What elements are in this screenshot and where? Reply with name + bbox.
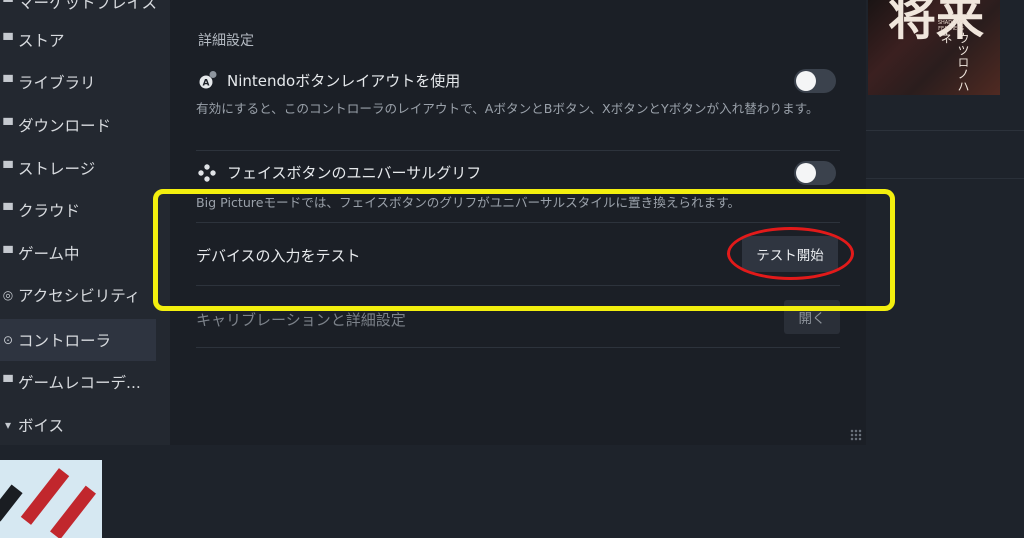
cover-subtitle: ウツロノハネ (939, 32, 970, 92)
marketplace-icon: ▀ (3, 0, 13, 9)
sidebar-item-voice[interactable]: ▾ ボイス (0, 404, 156, 446)
sidebar-item-label: ライブラリ (18, 74, 96, 92)
sidebar-item-label: ダウンロード (18, 117, 112, 135)
sidebar-item-in-game[interactable]: ▀ ゲーム中 (0, 232, 156, 274)
download-icon: ▀ (3, 118, 13, 132)
settings-sidebar: ▀ マーケットプレイス ▀ ストア ▀ ライブラリ ▀ ダウンロード ▀ ストレ… (0, 0, 170, 445)
sidebar-item-download[interactable]: ▀ ダウンロード (0, 104, 156, 146)
row-divider (196, 150, 840, 151)
nintendo-button-layout-icon: A (199, 71, 217, 89)
calibration-label: キャリブレーションと詳細設定 (196, 311, 406, 329)
nintendo-layout-toggle[interactable] (794, 69, 836, 93)
background-divider (866, 178, 1024, 179)
cover-small-text: SHADOWS FEATHERS (937, 20, 965, 32)
nintendo-layout-description: 有効にすると、このコントローラのレイアウトで、AボタンとBボタン、XボタンとYボ… (196, 101, 819, 116)
sidebar-item-accessibility[interactable]: ◎ アクセシビリティ (0, 274, 156, 316)
storage-icon: ▀ (3, 161, 13, 175)
sidebar-item-library[interactable]: ▀ ライブラリ (0, 61, 156, 103)
circle-annotation (727, 227, 854, 280)
in-game-icon: ▀ (3, 246, 13, 260)
sidebar-item-label: ストア (18, 32, 65, 50)
nintendo-layout-label: Nintendoボタンレイアウトを使用 (227, 72, 461, 90)
accessibility-icon: ◎ (2, 288, 14, 302)
sidebar-item-label: コントローラ (18, 332, 112, 350)
sidebar-item-label: ボイス (18, 417, 65, 435)
voice-icon: ▾ (4, 418, 12, 432)
sidebar-item-controller[interactable]: ⊙ コントローラ (0, 319, 156, 361)
toggle-knob (796, 71, 816, 91)
universal-glyphs-label: フェイスボタンのユニバーサルグリフ (227, 164, 482, 182)
game-cover-art[interactable] (0, 460, 102, 538)
resize-grip-icon[interactable] (850, 429, 862, 441)
row-divider (196, 347, 840, 348)
section-title: 詳細設定 (198, 33, 254, 49)
library-icon: ▀ (3, 75, 13, 89)
sidebar-item-label: クラウド (18, 202, 81, 220)
sidebar-item-store[interactable]: ▀ ストア (0, 19, 156, 61)
cloud-icon: ▀ (3, 203, 13, 217)
game-cover-art[interactable]: 将来 SHADOWS FEATHERS ウツロノハネ (868, 0, 1000, 95)
sidebar-item-cloud[interactable]: ▀ クラウド (0, 189, 156, 231)
background-divider (866, 130, 1024, 131)
sidebar-item-game-recording[interactable]: ▀ ゲームレコーデ... (0, 361, 156, 403)
sidebar-item-label: マーケットプレイス (18, 0, 156, 12)
toggle-knob (796, 163, 816, 183)
face-buttons-icon (198, 164, 216, 182)
controller-icon: ⊙ (2, 333, 14, 347)
sidebar-item-label: ストレージ (18, 160, 96, 178)
cover-logo-stripe (50, 485, 96, 538)
universal-glyphs-toggle[interactable] (794, 161, 836, 185)
sidebar-item-label: ゲームレコーデ... (18, 374, 141, 392)
sidebar-item-label: ゲーム中 (18, 245, 80, 263)
game-recording-icon: ▀ (3, 375, 13, 389)
sidebar-item-storage[interactable]: ▀ ストレージ (0, 147, 156, 189)
store-icon: ▀ (3, 33, 13, 47)
svg-text:A: A (203, 79, 210, 89)
cover-logo-stripe (0, 484, 23, 522)
sidebar-item-label: アクセシビリティ (18, 287, 141, 305)
